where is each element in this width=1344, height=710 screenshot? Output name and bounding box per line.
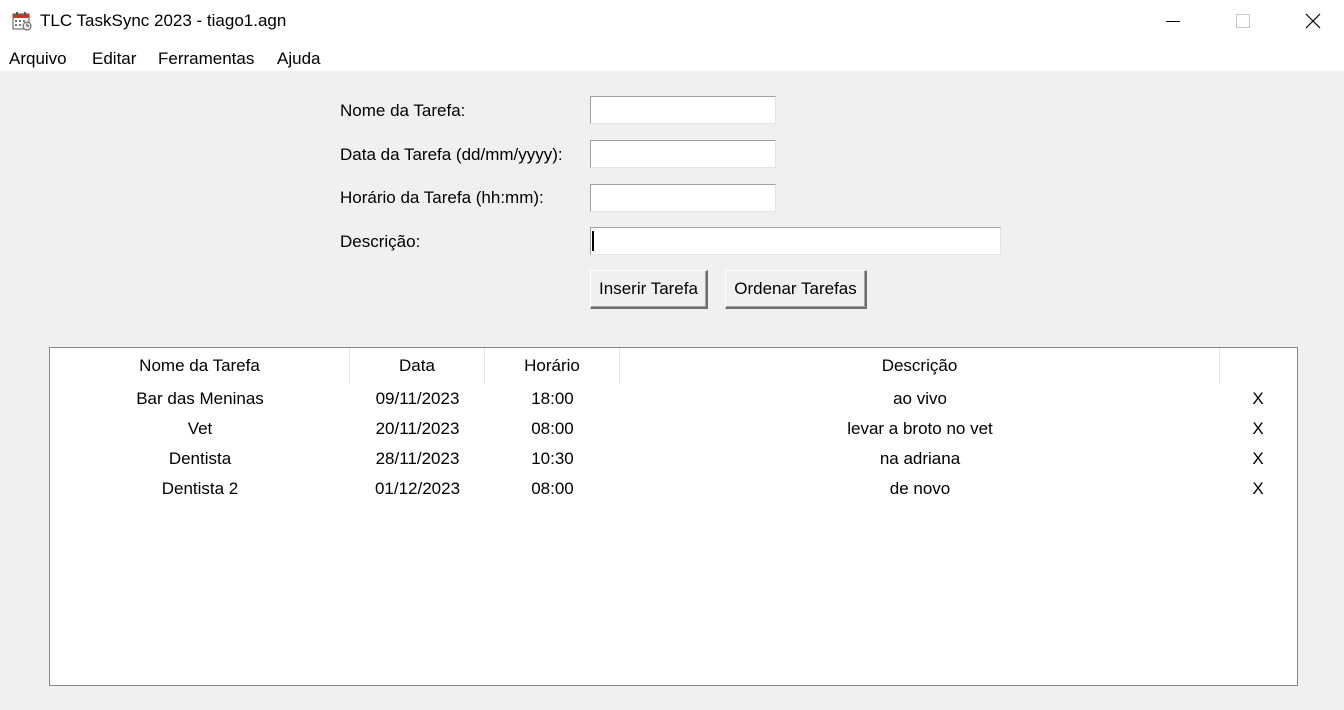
task-date-cell: 09/11/2023 [375, 389, 460, 408]
task-description-label: Descrição: [340, 232, 421, 251]
minimize-button[interactable] [1138, 0, 1208, 42]
menu-editar[interactable]: Editar [92, 49, 136, 69]
close-button[interactable] [1278, 0, 1344, 42]
task-name-cell: Dentista 2 [161, 479, 239, 498]
task-time-cell: 08:00 [531, 419, 574, 438]
column-header-delete[interactable] [1220, 348, 1297, 384]
table-row[interactable]: Vet 20/11/2023 08:00 levar a broto no ve… [50, 414, 1297, 444]
window-title: TLC TaskSync 2023 - tiago1.agn [40, 11, 287, 30]
title-bar[interactable]: TLC TaskSync 2023 - tiago1.agn [0, 0, 1344, 42]
task-time-cell: 10:30 [531, 449, 574, 468]
text-cursor [592, 231, 594, 251]
column-header-description[interactable]: Descrição [620, 348, 1220, 384]
menu-bar: Arquivo Editar Ferramentas Ajuda [0, 42, 1344, 71]
column-header-name[interactable]: Nome da Tarefa [50, 348, 350, 384]
task-description-cell: na adriana [879, 449, 961, 468]
task-date-input[interactable] [590, 140, 776, 168]
maximize-icon [1236, 14, 1250, 28]
task-description-cell: ao vivo [893, 389, 947, 408]
task-name-input[interactable] [590, 96, 776, 124]
table-row[interactable]: Dentista 28/11/2023 10:30 na adriana X [50, 444, 1297, 474]
menu-arquivo[interactable]: Arquivo [9, 49, 67, 69]
task-time-input[interactable] [590, 184, 776, 212]
task-date-cell: 20/11/2023 [375, 419, 460, 438]
sort-tasks-button[interactable]: Ordenar Tarefas [725, 270, 867, 309]
task-name-cell: Dentista [168, 449, 232, 468]
minimize-icon [1166, 21, 1180, 22]
task-time-label: Horário da Tarefa (hh:mm): [340, 188, 544, 207]
task-time-cell: 18:00 [531, 389, 574, 408]
task-table[interactable]: Nome da Tarefa Data Horário Descrição Ba… [49, 347, 1298, 686]
task-description-cell: de novo [889, 479, 951, 498]
task-description-input[interactable] [590, 227, 1001, 255]
task-name-cell: Bar das Meninas [136, 389, 264, 408]
task-name-cell: Vet [187, 419, 213, 438]
task-date-cell: 28/11/2023 [375, 449, 460, 468]
column-header-date[interactable]: Data [350, 348, 485, 384]
column-header-time[interactable]: Horário [485, 348, 620, 384]
maximize-button[interactable] [1208, 0, 1278, 42]
calendar-icon [12, 11, 32, 31]
table-row[interactable]: Dentista 2 01/12/2023 08:00 de novo X [50, 474, 1297, 504]
task-name-label: Nome da Tarefa: [340, 101, 466, 120]
menu-ajuda[interactable]: Ajuda [277, 49, 320, 69]
close-icon [1305, 13, 1321, 29]
delete-task-button[interactable]: X [1228, 384, 1288, 414]
table-row[interactable]: Bar das Meninas 09/11/2023 18:00 ao vivo… [50, 384, 1297, 414]
table-header: Nome da Tarefa Data Horário Descrição [50, 348, 1297, 384]
menu-ferramentas[interactable]: Ferramentas [158, 49, 254, 69]
delete-task-button[interactable]: X [1228, 444, 1288, 474]
task-date-label: Data da Tarefa (dd/mm/yyyy): [340, 145, 563, 164]
delete-task-button[interactable]: X [1228, 414, 1288, 444]
insert-task-button[interactable]: Inserir Tarefa [590, 270, 708, 309]
task-time-cell: 08:00 [531, 479, 574, 498]
delete-task-button[interactable]: X [1228, 474, 1288, 504]
task-date-cell: 01/12/2023 [374, 479, 461, 498]
task-description-cell: levar a broto no vet [847, 419, 993, 438]
